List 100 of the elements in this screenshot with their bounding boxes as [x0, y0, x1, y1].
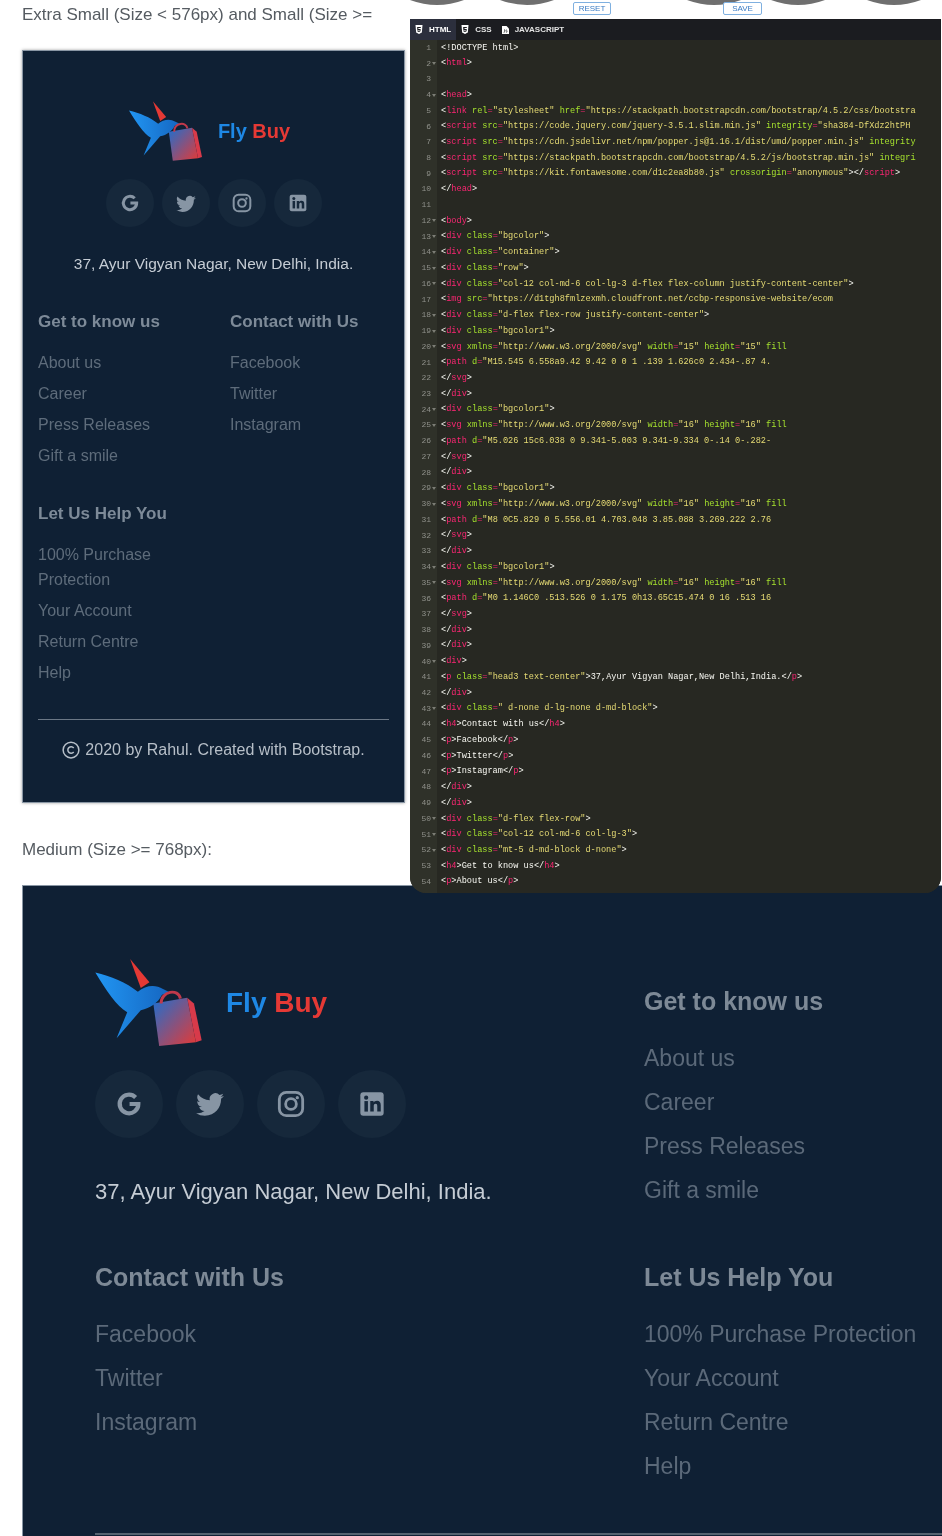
- circle-edge-drawing: [771, 0, 825, 5]
- section-label: Medium (Size >= 768px):: [22, 839, 212, 861]
- footer-link[interactable]: Your Account: [38, 597, 132, 623]
- code-line: <link rel="stylesheet" href="https://stackpath.bootstrapcdn.com/bootstrap/4.5.2/css/bootstra: [441, 106, 916, 116]
- footer-link[interactable]: Return Centre: [38, 628, 139, 654]
- fold-icon[interactable]: [432, 817, 436, 821]
- fold-icon[interactable]: [432, 502, 436, 506]
- footer-link[interactable]: Return Centre: [644, 1404, 789, 1440]
- code-line: <path d="M15.545 6.558a9.42 9.42 0 0 1 .139 1.626c0 2.434-.87 4.: [441, 358, 772, 367]
- fold-icon[interactable]: [432, 565, 436, 569]
- code-line: </div>: [441, 468, 472, 477]
- line-number: 48: [421, 783, 431, 792]
- line-number: 42: [421, 688, 431, 697]
- code-line: <script src="https://kit.fontawesome.com/d1c2ea8b80.js" crossorigin="anonymous"></script>: [441, 169, 901, 179]
- fold-icon[interactable]: [432, 62, 436, 66]
- line-number: 40: [421, 657, 431, 666]
- code-line: <h4>Get to know us</h4>: [441, 861, 560, 871]
- section-heading: Contact with Us: [230, 311, 359, 333]
- toolbar-button[interactable]: RESET: [573, 2, 611, 15]
- line-number: 20: [421, 342, 431, 351]
- code-line: <div class="bgcolor1">: [441, 326, 555, 336]
- line-number: 11: [421, 201, 431, 210]
- code-line: <svg xmlns="http://www.w3.org/2000/svg" width="15" height="15" fill: [441, 342, 787, 352]
- fold-icon[interactable]: [432, 313, 436, 317]
- circle-edge-drawing: [410, 0, 464, 5]
- footer-link[interactable]: Help: [38, 659, 71, 685]
- footer-link[interactable]: Press Releases: [38, 411, 151, 437]
- footer-link[interactable]: Gift a smile: [644, 1172, 760, 1208]
- code-line: <svg xmlns="http://www.w3.org/2000/svg" width="16" height="16" fill: [441, 578, 787, 588]
- fold-icon[interactable]: [432, 486, 436, 490]
- fold-icon[interactable]: [432, 235, 436, 239]
- line-number: 31: [421, 515, 431, 524]
- fold-icon[interactable]: [432, 707, 436, 711]
- code-line: <p class="head3 text-center">37,Ayur Vigyan Nagar,New Delhi,India.</p>: [441, 672, 803, 682]
- fold-icon[interactable]: [432, 581, 436, 585]
- copyright-text: 2020 by Rahul. Created with Bootstrap.: [85, 740, 365, 760]
- footer-link[interactable]: Gift a smile: [38, 442, 118, 468]
- footer-link[interactable]: Career: [644, 1084, 715, 1120]
- shield-icon: [415, 25, 423, 34]
- g-logo-icon: [115, 1090, 143, 1118]
- line-number: 18: [421, 311, 431, 320]
- brand-name: Fly Buy: [226, 985, 328, 1020]
- footer-link[interactable]: 100% Purchase Protection: [38, 541, 178, 592]
- footer-link[interactable]: Instagram: [95, 1404, 198, 1440]
- code-line: <p>Twitter</p>: [441, 751, 514, 761]
- footer-link[interactable]: Press Releases: [644, 1128, 806, 1164]
- code-line: <p>Facebook</p>: [441, 735, 519, 745]
- code-line: <!DOCTYPE html>: [441, 43, 519, 53]
- code-line: <p>About us</p>: [441, 877, 519, 887]
- code-line: <div class="bgcolor1">: [441, 484, 555, 493]
- fold-icon[interactable]: [432, 660, 436, 663]
- line-number: 13: [421, 232, 431, 241]
- code-line: <path d="M8 0C5.829 0 5.556.01 4.703.048 3.85.088 3.269.222 2.76: [441, 515, 772, 525]
- footer-link[interactable]: Twitter: [95, 1360, 163, 1396]
- footer-link[interactable]: 100% Purchase Protection: [644, 1316, 917, 1352]
- footer-link[interactable]: Facebook: [230, 349, 301, 375]
- line-number: 35: [421, 578, 431, 587]
- toolbar-button[interactable]: SAVE: [723, 2, 762, 15]
- footer-link[interactable]: About us: [38, 349, 102, 375]
- fold-icon[interactable]: [432, 424, 436, 427]
- code-line: <body>: [441, 216, 472, 226]
- line-number: 5: [426, 106, 431, 115]
- editor-tab[interactable]: HTML: [410, 19, 457, 40]
- brand-name: Fly Buy: [217, 119, 291, 144]
- fold-icon[interactable]: [432, 93, 436, 97]
- fold-icon[interactable]: [432, 408, 436, 412]
- code-line: </div>: [441, 547, 472, 556]
- line-number: 17: [421, 295, 431, 304]
- code-line: <path d="M0 1.146C0 .513.526 0 1.175 0h13.65C15.474 0 16 .513 16: [441, 594, 772, 603]
- code-line: </svg>: [441, 531, 472, 540]
- fold-icon[interactable]: [432, 282, 436, 286]
- fold-icon[interactable]: [432, 345, 436, 349]
- copyright-icon: [62, 741, 81, 759]
- line-number: 9: [426, 169, 431, 178]
- fold-icon[interactable]: [432, 329, 436, 333]
- code-line: <script src="https://code.jquery.com/jquery-3.5.1.slim.min.js" integrity="sha384-DfXdz2htPH: [441, 122, 911, 131]
- fold-icon[interactable]: [432, 219, 436, 223]
- line-number: 1: [426, 43, 431, 52]
- footer-link[interactable]: Instagram: [230, 411, 302, 437]
- fold-icon[interactable]: [432, 266, 436, 270]
- line-number: 24: [421, 405, 431, 414]
- code-line: <div class="row">: [441, 263, 529, 273]
- shield-icon: [461, 25, 470, 34]
- fold-icon[interactable]: [432, 833, 436, 837]
- section-label: Extra Small (Size < 576px) and Small (Size >=: [22, 4, 373, 26]
- footer-link[interactable]: Twitter: [230, 380, 278, 406]
- line-number: 33: [421, 547, 431, 556]
- fold-icon[interactable]: [432, 250, 436, 254]
- editor-tab[interactable]: JAVASCRIPT: [496, 19, 570, 40]
- code-line: <svg xmlns="http://www.w3.org/2000/svg" width="16" height="16" fill: [441, 421, 787, 430]
- editor-tab[interactable]: CSS: [456, 19, 497, 40]
- line-number: 26: [421, 437, 431, 446]
- footer-link[interactable]: Your Account: [644, 1360, 779, 1396]
- address-text: 37, Ayur Vigyan Nagar, New Delhi, India.: [73, 254, 354, 274]
- footer-link[interactable]: About us: [644, 1040, 735, 1076]
- fold-icon[interactable]: [432, 848, 436, 852]
- footer-link[interactable]: Help: [644, 1448, 692, 1484]
- footer-link[interactable]: Facebook: [95, 1316, 196, 1352]
- line-number: 8: [426, 154, 431, 162]
- footer-link[interactable]: Career: [38, 380, 87, 406]
